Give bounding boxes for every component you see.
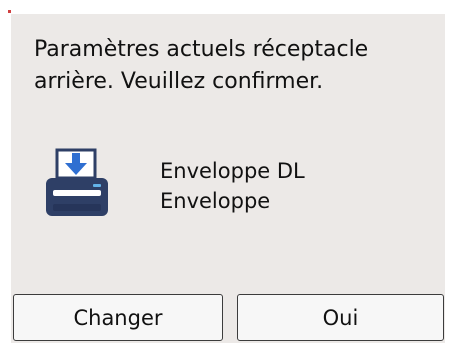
confirm-button[interactable]: Oui	[237, 294, 444, 341]
confirm-dialog: Paramètres actuels réceptacle arrière. V…	[11, 14, 445, 343]
message-line-2: arrière. Veuillez confirmer.	[34, 69, 324, 94]
rear-tray-printer-icon	[41, 144, 121, 219]
media-size: Enveloppe DL	[160, 159, 305, 183]
button-bar: Changer Oui	[11, 294, 445, 343]
corner-mark	[8, 10, 11, 13]
media-settings: Enveloppe DL Enveloppe	[160, 156, 305, 216]
change-button[interactable]: Changer	[13, 294, 223, 341]
message-line-1: Paramètres actuels réceptacle	[34, 37, 369, 62]
confirm-message: Paramètres actuels réceptacle arrière. V…	[34, 34, 434, 98]
media-type: Enveloppe	[160, 189, 271, 213]
